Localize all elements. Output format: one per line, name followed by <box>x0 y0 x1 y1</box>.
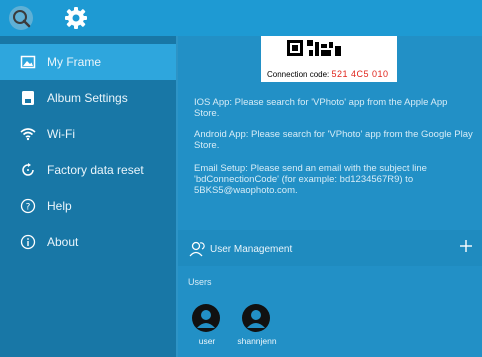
search-icon[interactable] <box>8 5 34 31</box>
user-item[interactable]: user <box>184 304 230 350</box>
top-bar <box>0 0 482 36</box>
help-icon: ? <box>20 198 36 214</box>
sidebar-item-about[interactable]: About <box>0 224 176 260</box>
user-avatar-icon <box>192 304 220 332</box>
wifi-icon <box>20 126 36 142</box>
sidebar-item-wifi[interactable]: Wi-Fi <box>0 116 176 152</box>
sidebar-item-label: Factory data reset <box>47 163 144 177</box>
user-name: shannjenn <box>237 336 277 346</box>
android-instructions: Android App: Please search for 'VPhoto' … <box>194 129 473 151</box>
email-instructions: Email Setup: Please send an email with t… <box>194 163 427 196</box>
user-management-row[interactable]: User Management <box>178 230 482 266</box>
sidebar-item-help[interactable]: ? Help <box>0 188 176 224</box>
album-icon <box>20 90 36 106</box>
reset-icon <box>20 162 36 178</box>
sidebar-item-label: Wi-Fi <box>47 127 75 141</box>
add-user-icon[interactable] <box>458 238 474 254</box>
sidebar: My Frame Album Settings Wi-Fi Factory da… <box>0 36 176 357</box>
info-icon <box>20 234 36 250</box>
app-window: My Frame Album Settings Wi-Fi Factory da… <box>0 0 482 357</box>
qr-code-image <box>287 40 341 56</box>
connection-code: Connection code: 521 4C5 010 <box>267 69 389 79</box>
sidebar-item-label: My Frame <box>47 55 101 69</box>
sidebar-item-label: About <box>47 235 79 249</box>
main-panel: Connection code: 521 4C5 010 IOS App: Pl… <box>178 36 482 357</box>
user-name: user <box>198 336 216 346</box>
sidebar-item-label: Album Settings <box>47 91 128 105</box>
svg-text:?: ? <box>26 203 31 213</box>
ios-instructions: IOS App: Please search for 'VPhoto' app … <box>194 97 448 119</box>
sidebar-item-album-settings[interactable]: Album Settings <box>0 80 176 116</box>
users-header: Users <box>188 277 212 287</box>
image-icon <box>20 54 36 70</box>
connection-code-value: 521 4C5 010 <box>331 69 389 79</box>
qr-code-card: Connection code: 521 4C5 010 <box>261 36 397 82</box>
gear-icon[interactable] <box>64 6 88 30</box>
sidebar-item-label: Help <box>47 199 72 213</box>
user-item[interactable]: shannjenn <box>234 304 280 350</box>
sidebar-item-my-frame[interactable]: My Frame <box>0 44 176 80</box>
sidebar-item-factory-reset[interactable]: Factory data reset <box>0 152 176 188</box>
users-icon <box>188 239 208 259</box>
user-avatar-icon <box>242 304 270 332</box>
user-management-label: User Management <box>210 244 293 255</box>
